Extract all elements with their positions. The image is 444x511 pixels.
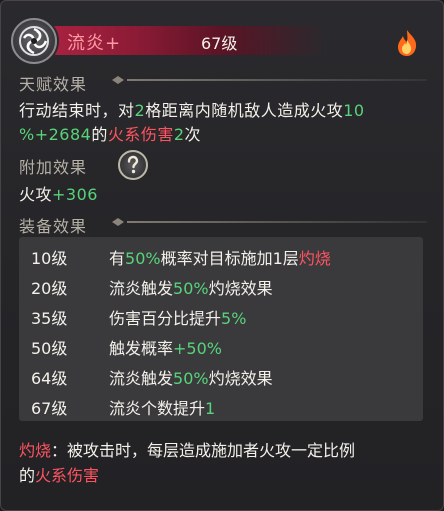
talent-desc-line-1: 行动结束时，对2格距离内随机敌人造成火攻10 xyxy=(19,101,365,120)
skill-name: 流炎+ xyxy=(67,33,122,54)
equip-divider xyxy=(127,221,427,223)
equip-effects-table: 10级 有50%概率对目标施加1层灼烧 20级 流炎触发50%灼烧效果 35级 … xyxy=(19,237,423,421)
talent-desc-line-2: %+2684的火系伤害2次 xyxy=(19,125,202,144)
table-row: 50级 触发概率+50% xyxy=(31,339,222,358)
divider-diamond-icon xyxy=(112,218,124,226)
divider-diamond-icon xyxy=(112,76,124,84)
talent-section-title: 天赋效果 xyxy=(19,75,88,94)
table-row: 35级 伤害百分比提升5% xyxy=(31,309,247,328)
fire-icon xyxy=(392,28,422,58)
extra-stat: 火攻+306 xyxy=(19,185,98,204)
skill-tooltip-panel: 流炎+ 67级 天赋效果 行动结束时，对2格距离内随机敌人造成火攻10 %+26… xyxy=(0,0,444,511)
swirl-emblem-icon xyxy=(11,18,57,64)
table-row: 10级 有50%概率对目标施加1层灼烧 xyxy=(31,249,331,268)
burn-note-line-1: 灼烧：被攻击时，每层造成施加者火攻一定比例 xyxy=(19,441,356,460)
extra-section-title: 附加效果 xyxy=(19,158,88,177)
talent-divider xyxy=(127,79,427,81)
burn-note: 灼烧：被攻击时，每层造成施加者火攻一定比例 的火系伤害 xyxy=(19,438,429,488)
equip-section-title: 装备效果 xyxy=(19,217,88,236)
table-row: 20级 流炎触发50%灼烧效果 xyxy=(31,279,273,298)
table-row: 64级 流炎触发50%灼烧效果 xyxy=(31,369,273,388)
skill-level: 67级 xyxy=(201,34,238,53)
question-icon[interactable] xyxy=(118,150,148,180)
table-row: 67级 流炎个数提升1 xyxy=(31,399,216,418)
skill-header: 流炎+ 67级 xyxy=(11,18,436,64)
burn-note-line-2: 的火系伤害 xyxy=(19,466,100,485)
